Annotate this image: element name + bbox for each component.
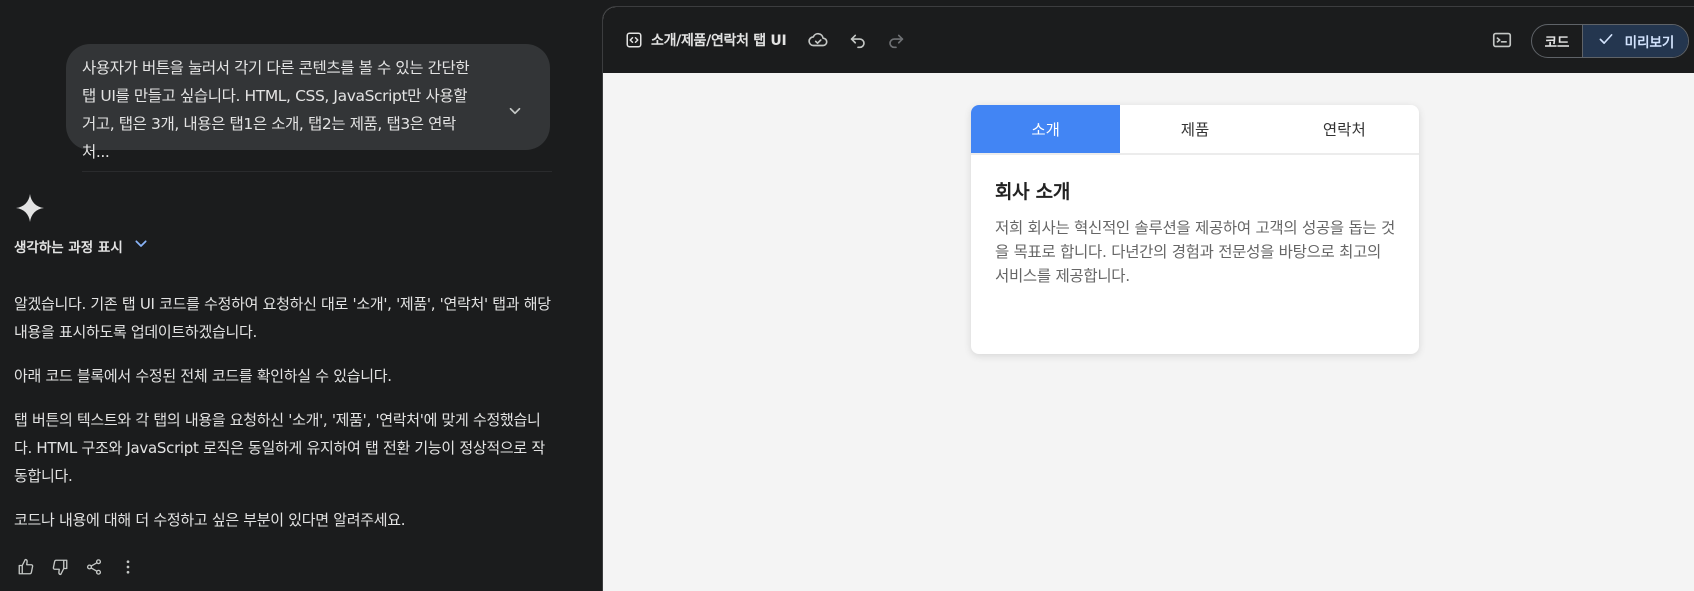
canvas-title: 소개/제품/연락처 탭 UI <box>651 33 787 49</box>
content-text: 저희 회사는 혁신적인 솔루션을 제공하여 고객의 성공을 돕는 것을 목표로 … <box>995 219 1395 285</box>
code-file-icon <box>625 31 643 49</box>
show-thinking-label: 생각하는 과정 표시 <box>14 240 123 256</box>
expand-chevron-icon[interactable] <box>506 102 524 120</box>
chevron-down-icon <box>133 236 149 256</box>
tab-bar: 소개 제품 연락처 <box>971 105 1419 155</box>
terminal-icon[interactable] <box>1491 29 1513 51</box>
chat-panel: 사용자가 버튼을 눌러서 각기 다른 콘텐츠를 볼 수 있는 간단한 탭 UI를… <box>0 0 602 591</box>
canvas-toolbar: 소개/제품/연락처 탭 UI 코드 미리보기 <box>603 7 1694 73</box>
share-icon[interactable] <box>84 557 104 577</box>
preview-view-button[interactable]: 미리보기 <box>1582 25 1688 57</box>
more-vert-icon[interactable] <box>118 557 138 577</box>
show-thinking-toggle[interactable]: 생각하는 과정 표시 <box>14 236 149 256</box>
content-title: 회사 소개 <box>995 181 1071 203</box>
code-view-button[interactable]: 코드 <box>1532 25 1582 57</box>
tab-products[interactable]: 제품 <box>1120 105 1269 153</box>
cloud-save-icon[interactable] <box>807 29 829 51</box>
tab-contact[interactable]: 연락처 <box>1270 105 1419 153</box>
redo-icon[interactable] <box>885 29 907 51</box>
gemini-sparkle-icon <box>14 192 46 224</box>
response-actions <box>16 557 138 577</box>
canvas-panel: 소개/제품/연락처 탭 UI 코드 미리보기 소개 제품 연락처 회사 소개 저… <box>602 6 1694 591</box>
response-paragraph: 코드나 내용에 대해 더 수정하고 싶은 부분이 있다면 알려주세요. <box>14 511 406 529</box>
thumbs-up-icon[interactable] <box>16 557 36 577</box>
user-message-bubble: 사용자가 버튼을 눌러서 각기 다른 콘텐츠를 볼 수 있는 간단한 탭 UI를… <box>66 44 550 161</box>
tab-content: 회사 소개 저희 회사는 혁신적인 솔루션을 제공하여 고객의 성공을 돕는 것… <box>971 155 1419 310</box>
preview-area: 소개 제품 연락처 회사 소개 저희 회사는 혁신적인 솔루션을 제공하여 고객… <box>603 73 1694 591</box>
response-paragraph: 탭 버튼의 텍스트와 각 탭의 내용을 요청하신 '소개', '제품', '연락… <box>14 411 545 485</box>
response-paragraph: 알겠습니다. 기존 탭 UI 코드를 수정하여 요청하신 대로 '소개', '제… <box>14 295 551 341</box>
check-icon <box>1597 30 1615 52</box>
undo-icon[interactable] <box>847 29 869 51</box>
response-paragraph: 아래 코드 블록에서 수정된 전체 코드를 확인하실 수 있습니다. <box>14 367 392 385</box>
tab-container: 소개 제품 연락처 회사 소개 저희 회사는 혁신적인 솔루션을 제공하여 고객… <box>971 105 1419 354</box>
thumbs-down-icon[interactable] <box>50 557 70 577</box>
code-preview-toggle: 코드 미리보기 <box>1531 24 1689 58</box>
chat-divider <box>82 171 552 172</box>
user-message-text: 사용자가 버튼을 눌러서 각기 다른 콘텐츠를 볼 수 있는 간단한 탭 UI를… <box>82 59 470 161</box>
preview-label: 미리보기 <box>1624 35 1675 51</box>
assistant-response: 알겠습니다. 기존 탭 UI 코드를 수정하여 요청하신 대로 '소개', '제… <box>14 290 554 550</box>
tab-intro[interactable]: 소개 <box>971 105 1121 153</box>
